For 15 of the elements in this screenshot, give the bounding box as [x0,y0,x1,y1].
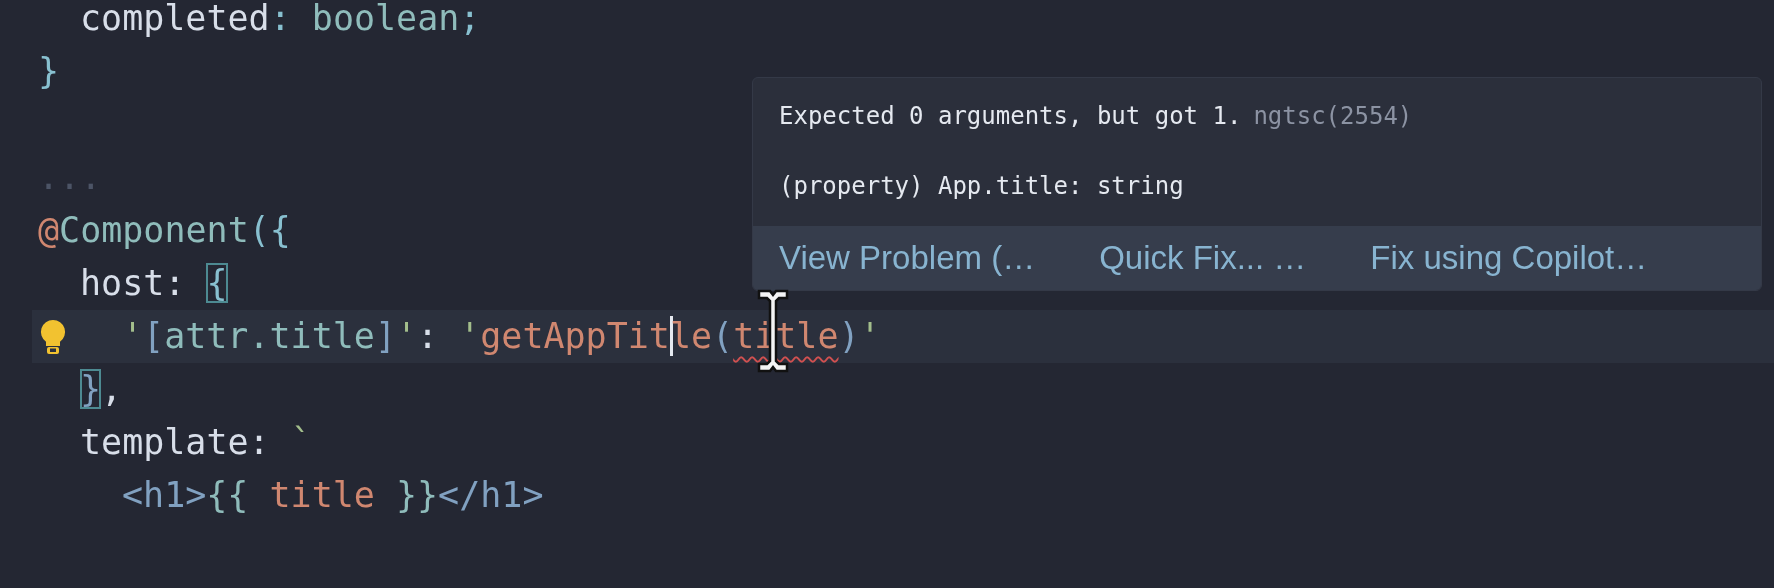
type-signature: (property) App.title: string [778,171,1185,202]
code-line: @Component({ [38,209,291,252]
code-line: completed: boolean; [79,0,481,40]
code-line: <h1>{{ title }}</h1> [121,474,544,517]
action-link[interactable]: Quick Fix... … [1099,239,1307,277]
folded-region-marker: ... [38,156,102,199]
lightbulb-icon[interactable] [38,319,68,355]
code-line: host: { [79,262,228,305]
error-source: ngtsc(2554) [1253,102,1413,130]
code-line: }, [79,368,123,411]
code-line: template: ` [79,421,312,464]
error-message: Expected 0 arguments, but got 1. [779,102,1242,130]
action-link[interactable]: Fix using Copilot… [1370,239,1648,277]
action-link[interactable]: View Problem (… [779,239,1036,277]
code-line: } [38,50,60,93]
